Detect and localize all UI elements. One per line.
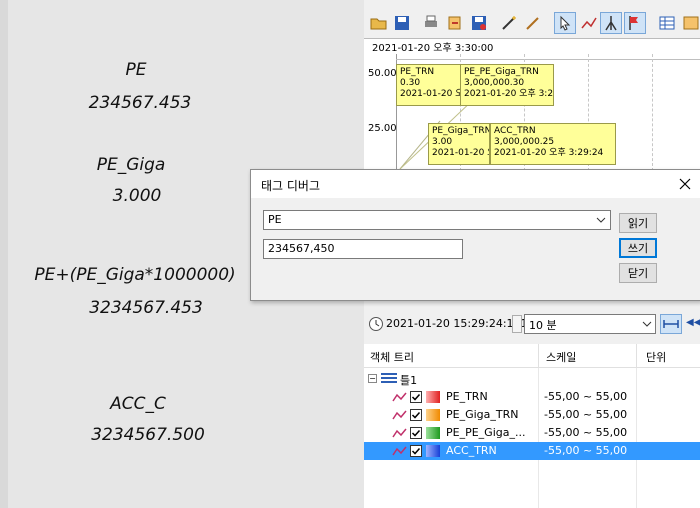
visibility-checkbox[interactable] bbox=[410, 391, 422, 403]
tag-debug-dialog: 태그 디버그 PE 234567,450 읽기 쓰기 닫기 bbox=[250, 169, 700, 301]
color-swatch[interactable] bbox=[426, 409, 440, 421]
tooltip-name: PE_PE_Giga_TRN bbox=[464, 67, 539, 77]
table-icon[interactable] bbox=[656, 12, 678, 34]
tooltip-pe-giga-trn: PE_Giga_TRN 3.00 2021-01-20 오후 3:29:24 bbox=[428, 123, 490, 165]
previous-icon[interactable]: ◀◀ bbox=[686, 317, 700, 328]
fit-range-icon bbox=[663, 320, 679, 328]
tree-header: 객체 트리 스케일 단위 bbox=[364, 344, 700, 368]
tooltip-value: 3.00 bbox=[432, 137, 453, 147]
print-icon[interactable] bbox=[420, 12, 442, 34]
interval-value: 10 분 bbox=[529, 319, 557, 332]
window-icon[interactable] bbox=[680, 12, 700, 34]
column-header-unit[interactable]: 단위 bbox=[646, 349, 666, 365]
color-swatch[interactable] bbox=[426, 445, 440, 457]
visibility-checkbox[interactable] bbox=[410, 445, 422, 457]
trend-chart[interactable]: 2021-01-20 오후 3:30:00 50.00 25.00 PE_TRN… bbox=[364, 38, 700, 171]
visibility-checkbox[interactable] bbox=[410, 427, 422, 439]
chevron-down-icon bbox=[642, 321, 652, 327]
trend-line-icon bbox=[392, 428, 407, 438]
datetime-spinner[interactable] bbox=[512, 315, 522, 333]
tree-row-scale: -55,00 ~ 55,00 bbox=[544, 444, 628, 457]
fit-range-button[interactable] bbox=[660, 314, 682, 334]
wand-icon[interactable] bbox=[498, 12, 520, 34]
tooltip-time: 2021-01-20 오후 3:29:24 bbox=[400, 89, 461, 99]
pen-icon[interactable] bbox=[522, 12, 544, 34]
trend-line-icon bbox=[392, 446, 407, 456]
open-folder-icon[interactable] bbox=[368, 12, 390, 34]
value-input[interactable]: 234567,450 bbox=[263, 239, 463, 259]
tag-value-acc-c: 3234567.500 bbox=[91, 425, 205, 445]
tooltip-value: 0.30 bbox=[400, 78, 421, 88]
tree-row-name: PE_PE_Giga_... bbox=[446, 426, 526, 439]
tree-row-selected[interactable]: ACC_TRN -55,00 ~ 55,00 bbox=[364, 442, 700, 460]
tooltip-time: 2021-01-20 오후 3:29:24 bbox=[432, 148, 489, 158]
tooltip-name: PE_TRN bbox=[400, 67, 435, 77]
toolbar bbox=[364, 8, 700, 38]
tooltip-name: ACC_TRN bbox=[494, 126, 536, 136]
tree-row[interactable]: PE_PE_Giga_... -55,00 ~ 55,00 bbox=[364, 424, 700, 442]
tag-value-formula: 3234567.453 bbox=[89, 298, 203, 318]
collapse-icon[interactable]: − bbox=[368, 374, 377, 383]
save-as-icon[interactable] bbox=[468, 12, 490, 34]
tree-row-scale: -55,00 ~ 55,00 bbox=[544, 390, 628, 403]
column-header-name[interactable]: 객체 트리 bbox=[370, 349, 414, 365]
read-button[interactable]: 읽기 bbox=[619, 213, 657, 233]
tag-value-pe-giga: 3.000 bbox=[112, 186, 162, 206]
value-input-text: 234567,450 bbox=[268, 242, 335, 255]
color-swatch[interactable] bbox=[426, 427, 440, 439]
object-tree: 객체 트리 스케일 단위 − 틀1 PE_TRN -55,00 ~ 55,00 … bbox=[364, 344, 700, 508]
tooltip-pe-pe-giga-trn: PE_PE_Giga_TRN 3,000,000.30 2021-01-20 오… bbox=[460, 64, 554, 106]
column-divider bbox=[636, 344, 637, 368]
tree-row[interactable]: PE_Giga_TRN -55,00 ~ 55,00 bbox=[364, 406, 700, 424]
tag-select-value: PE bbox=[268, 213, 282, 226]
tree-group-label: 틀1 bbox=[400, 374, 418, 387]
tree-row-name: PE_Giga_TRN bbox=[446, 408, 519, 421]
tree-group-row[interactable]: − 틀1 bbox=[364, 370, 700, 388]
tooltip-value: 3,000,000.25 bbox=[494, 137, 555, 147]
tree-row-scale: -55,00 ~ 55,00 bbox=[544, 408, 628, 421]
tag-name-pe-giga: PE_Giga bbox=[96, 155, 166, 175]
flag-icon[interactable] bbox=[624, 12, 646, 34]
clock-icon[interactable] bbox=[368, 316, 384, 332]
marker-icon[interactable] bbox=[600, 12, 622, 34]
write-button[interactable]: 쓰기 bbox=[619, 238, 657, 258]
color-swatch[interactable] bbox=[426, 391, 440, 403]
tag-value-pe: 234567.453 bbox=[88, 93, 192, 113]
cursor-icon[interactable] bbox=[554, 12, 576, 34]
tooltip-time: 2021-01-20 오후 3:29:24 bbox=[494, 148, 604, 158]
tree-row-name: PE_TRN bbox=[446, 390, 488, 403]
datetime-label[interactable]: 2021-01-20 15:29:24:101 bbox=[386, 317, 528, 330]
save-icon[interactable] bbox=[391, 12, 413, 34]
dialog-title: 태그 디버그 bbox=[261, 179, 321, 193]
close-icon[interactable] bbox=[675, 174, 695, 194]
tree-row-scale: -55,00 ~ 55,00 bbox=[544, 426, 628, 439]
visibility-checkbox[interactable] bbox=[410, 409, 422, 421]
interval-select[interactable]: 10 분 bbox=[524, 314, 656, 334]
tree-row[interactable]: PE_TRN -55,00 ~ 55,00 bbox=[364, 388, 700, 406]
trend-icon[interactable] bbox=[578, 12, 600, 34]
canvas-edge bbox=[0, 0, 8, 508]
tooltip-name: PE_Giga_TRN bbox=[432, 126, 490, 136]
chart-group-icon bbox=[381, 373, 397, 383]
close-button[interactable]: 닫기 bbox=[619, 263, 657, 283]
export-icon[interactable] bbox=[444, 12, 466, 34]
column-header-scale[interactable]: 스케일 bbox=[546, 349, 576, 365]
tag-name-acc-c: ACC_C bbox=[110, 394, 166, 414]
tooltip-value: 3,000,000.30 bbox=[464, 78, 525, 88]
tag-select[interactable]: PE bbox=[263, 210, 611, 230]
trend-line-icon bbox=[392, 410, 407, 420]
trend-line-icon bbox=[392, 392, 407, 402]
tag-name-formula: PE+(PE_Giga*1000000) bbox=[34, 265, 236, 285]
tooltip-acc-trn: ACC_TRN 3,000,000.25 2021-01-20 오후 3:29:… bbox=[490, 123, 616, 165]
dialog-titlebar[interactable]: 태그 디버그 bbox=[251, 170, 700, 198]
column-divider bbox=[538, 344, 539, 368]
tooltip-time: 2021-01-20 오후 3:29:24 bbox=[464, 89, 554, 99]
tag-name-pe: PE bbox=[125, 60, 147, 80]
tooltip-pe-trn: PE_TRN 0.30 2021-01-20 오후 3:29:24 bbox=[396, 64, 462, 106]
chevron-down-icon bbox=[596, 217, 606, 223]
tree-row-name: ACC_TRN bbox=[446, 444, 497, 457]
time-selector: 2021-01-20 15:29:24:101 10 분 ◀◀ bbox=[364, 312, 700, 336]
